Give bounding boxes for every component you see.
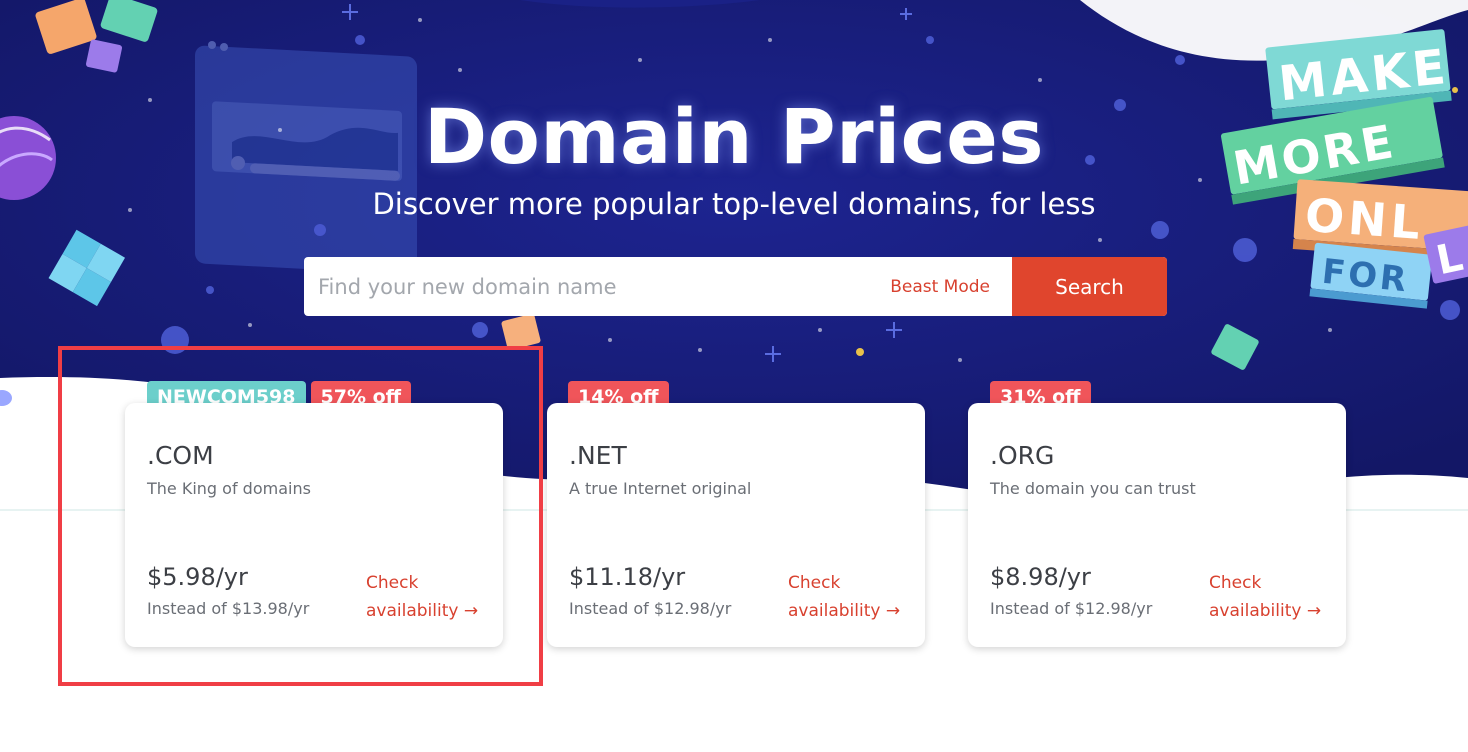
card-price: $8.98/yr [990, 563, 1091, 591]
card-tld: .NET [569, 441, 627, 470]
card-tld: .ORG [990, 441, 1055, 470]
search-button[interactable]: Search [1012, 257, 1167, 316]
page-title: Domain Prices [424, 92, 1044, 181]
domain-card-net: .NET A true Internet original $11.18/yr … [547, 403, 925, 647]
check-availability-line1[interactable]: Check [1209, 569, 1339, 597]
beast-mode-link[interactable]: Beast Mode [890, 277, 990, 297]
check-availability-link[interactable]: Check availability → [788, 569, 918, 625]
card-tagline: A true Internet original [569, 479, 752, 498]
domain-search-bar: Beast Mode Search [304, 257, 1167, 316]
domain-search-input[interactable] [304, 257, 891, 316]
check-availability-link[interactable]: Check availability → [1209, 569, 1339, 625]
domain-card-org: .ORG The domain you can trust $8.98/yr I… [968, 403, 1346, 647]
check-availability-line1[interactable]: Check [788, 569, 918, 597]
check-availability-line2[interactable]: availability → [1209, 597, 1339, 625]
card-original-price: Instead of $12.98/yr [569, 599, 732, 618]
check-availability-line2[interactable]: availability → [788, 597, 918, 625]
page-subtitle: Discover more popular top-level domains,… [372, 187, 1096, 221]
card-tagline: The domain you can trust [990, 479, 1196, 498]
card-price: $11.18/yr [569, 563, 686, 591]
card-original-price: Instead of $12.98/yr [990, 599, 1153, 618]
selection-highlight-box [58, 346, 543, 686]
